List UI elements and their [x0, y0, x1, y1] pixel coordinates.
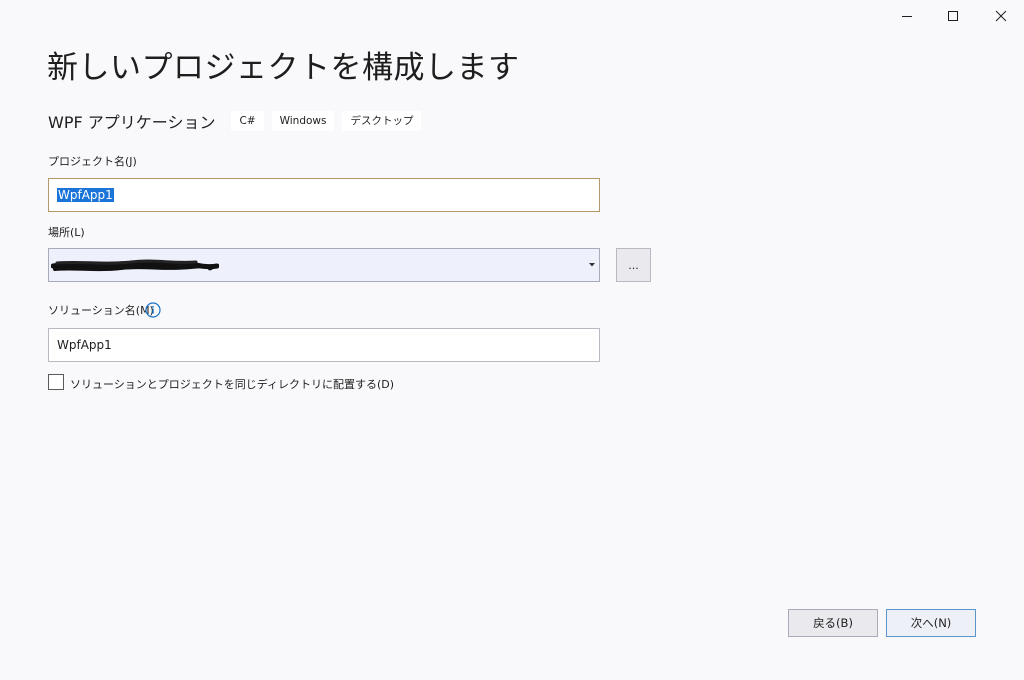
chevron-down-icon	[589, 263, 595, 267]
tag-language: C#	[231, 111, 264, 131]
location-combobox[interactable]	[48, 248, 600, 282]
next-button[interactable]: 次へ(N)	[886, 609, 976, 637]
solution-name-input[interactable]: WpfApp1	[48, 328, 600, 362]
template-info: WPF アプリケーション C# Windows デスクトップ	[48, 110, 429, 132]
page-title: 新しいプロジェクトを構成します	[47, 50, 520, 86]
back-button[interactable]: 戻る(B)	[788, 609, 878, 637]
maximize-button[interactable]	[930, 0, 976, 32]
location-dropdown-button[interactable]	[585, 249, 599, 281]
tag-project-type: デスクトップ	[342, 111, 422, 131]
close-icon	[995, 10, 1007, 22]
same-directory-checkbox[interactable]	[48, 374, 64, 390]
project-name-value: WpfApp1	[57, 188, 114, 202]
minimize-button[interactable]	[884, 0, 930, 32]
tag-platform: Windows	[271, 111, 335, 131]
redaction-scribble	[51, 259, 219, 272]
same-directory-label[interactable]: ソリューションとプロジェクトを同じディレクトリに配置する(D)	[70, 376, 394, 392]
browse-button[interactable]: ...	[616, 248, 651, 282]
solution-name-value: WpfApp1	[57, 338, 112, 352]
solution-name-label: ソリューション名(M)	[48, 304, 154, 317]
location-label: 場所(L)	[48, 226, 85, 239]
project-name-input[interactable]: WpfApp1	[48, 178, 600, 212]
project-name-label: プロジェクト名(J)	[48, 155, 137, 168]
close-button[interactable]	[978, 0, 1024, 32]
template-name: WPF アプリケーション	[48, 113, 216, 132]
minimize-icon	[902, 16, 912, 17]
maximize-icon	[948, 11, 958, 21]
info-icon[interactable]	[145, 302, 161, 318]
